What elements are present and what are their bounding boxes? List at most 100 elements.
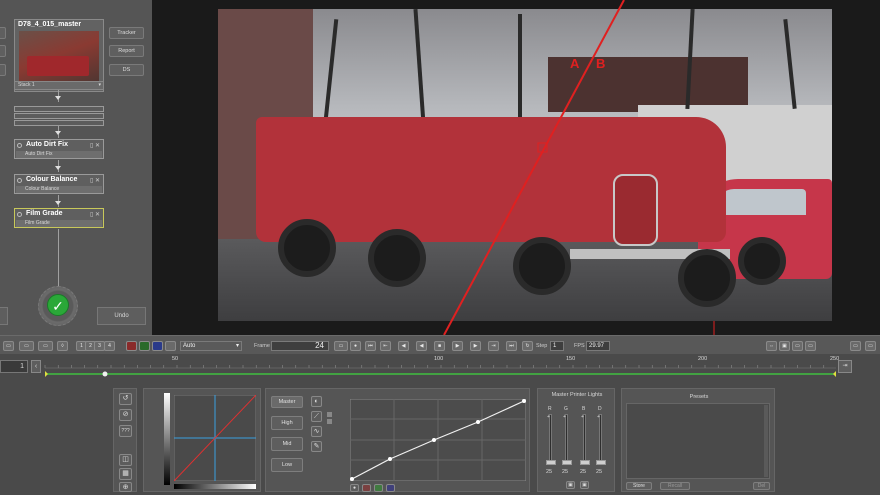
curve-point[interactable]: [432, 438, 436, 442]
colour-wheel-icon[interactable]: ◐: [311, 396, 322, 407]
view-wipe-icon[interactable]: ▭: [38, 341, 53, 351]
play-icon[interactable]: ▶: [452, 341, 463, 351]
curve-point[interactable]: [522, 399, 526, 403]
timeline-end-icon[interactable]: ⇥: [838, 360, 852, 373]
range-master-button[interactable]: Master: [271, 396, 303, 408]
layout-alt-icon[interactable]: ▭: [865, 341, 876, 351]
node-actions-icon[interactable]: ▯ ✕: [90, 211, 100, 218]
slider-knob[interactable]: [546, 460, 556, 465]
node-actions-icon[interactable]: ▯ ✕: [90, 177, 100, 184]
playhead[interactable]: [102, 371, 108, 377]
stack-bar[interactable]: [14, 120, 104, 126]
stop-icon[interactable]: ■: [434, 341, 445, 351]
side-stub-button[interactable]: [0, 45, 6, 57]
preset-store-button[interactable]: Store: [626, 482, 652, 490]
stack-bar[interactable]: [14, 113, 104, 119]
eyedropper-icon[interactable]: ✎: [311, 441, 322, 452]
timeline[interactable]: 1 ‹ 50 100 150 200 250 ⇥: [0, 354, 880, 380]
layout-icon[interactable]: ▭: [850, 341, 861, 351]
play-reverse-icon[interactable]: ◀: [416, 341, 427, 351]
green-channel-button[interactable]: [139, 341, 150, 351]
reset-icon[interactable]: ↺: [119, 393, 132, 405]
ds-button[interactable]: DS: [109, 64, 144, 76]
curve-option-icon[interactable]: [327, 419, 332, 424]
node-toggle-icon[interactable]: [17, 178, 22, 183]
printer-light-slider-g[interactable]: G +25: [562, 406, 572, 478]
blue-curve-button[interactable]: [386, 484, 395, 492]
hue-icon[interactable]: ∿: [311, 426, 322, 437]
slider-track[interactable]: [583, 414, 586, 464]
mode-select[interactable]: Auto ▾: [180, 341, 242, 351]
node-toggle-icon[interactable]: [17, 212, 22, 217]
slider-track[interactable]: [565, 414, 568, 464]
fit-icon[interactable]: ▭: [792, 341, 803, 351]
loop-icon[interactable]: ↻: [522, 341, 533, 351]
node-preset-select[interactable]: Film Grade: [16, 220, 102, 227]
bypass-icon[interactable]: ⊘: [119, 409, 132, 421]
curve-point[interactable]: [476, 420, 480, 424]
undo-button[interactable]: Undo: [97, 307, 146, 325]
frame-input[interactable]: 24: [271, 341, 329, 351]
node-colour-balance[interactable]: Colour Balance ▯ ✕ Colour Balance: [14, 174, 104, 194]
increment-icon[interactable]: +: [563, 414, 566, 420]
in-point-marker[interactable]: [45, 371, 48, 377]
view-single-icon[interactable]: ▭: [3, 341, 14, 351]
printer-reset-icon[interactable]: ▣: [566, 481, 575, 489]
ab-compare-icon[interactable]: ⇔: [766, 341, 777, 351]
slider-track[interactable]: [549, 414, 552, 464]
target-icon[interactable]: ⊕: [119, 482, 132, 492]
stack-select[interactable]: Stack 1 ▾: [14, 81, 104, 90]
node-preset-select[interactable]: Colour Balance: [16, 186, 102, 193]
out-point-marker[interactable]: [833, 371, 836, 377]
alpha-channel-button[interactable]: [165, 341, 176, 351]
go-start-icon[interactable]: ⏮: [365, 341, 376, 351]
more-icon[interactable]: ???: [119, 425, 132, 437]
view-split-icon[interactable]: ▭: [19, 341, 34, 351]
step-back-icon[interactable]: ◀: [398, 341, 409, 351]
node-toggle-icon[interactable]: [17, 143, 22, 148]
picker-icon[interactable]: ◫: [119, 454, 132, 466]
tone-curve-graph[interactable]: [350, 399, 526, 481]
range-mid-button[interactable]: Mid: [271, 437, 303, 451]
stack-bar[interactable]: [14, 106, 104, 112]
cache-icon[interactable]: ●: [350, 341, 361, 351]
render-button[interactable]: ✓: [47, 294, 69, 316]
presets-list[interactable]: [626, 403, 770, 479]
monitor-icon[interactable]: ▭: [334, 341, 348, 351]
increment-icon[interactable]: +: [547, 414, 550, 420]
curve-channel-icon[interactable]: ●: [350, 484, 359, 492]
fps-input[interactable]: 29.97: [586, 341, 610, 351]
increment-icon[interactable]: +: [597, 414, 600, 420]
side-stub-button[interactable]: [0, 64, 6, 76]
node-auto-dirt-fix[interactable]: Auto Dirt Fix ▯ ✕ Auto Dirt Fix: [14, 139, 104, 159]
presets-scrollbar[interactable]: [764, 405, 768, 477]
side-stub-button[interactable]: [0, 27, 6, 39]
view-4-button[interactable]: 4: [104, 341, 115, 351]
slider-knob[interactable]: [562, 460, 572, 465]
step-forward-icon[interactable]: ▶: [470, 341, 481, 351]
overlay-icon[interactable]: ▣: [779, 341, 790, 351]
printer-light-slider-d[interactable]: D +25: [596, 406, 606, 478]
video-frame[interactable]: [218, 9, 832, 321]
prev-marker-icon[interactable]: ⇤: [380, 341, 391, 351]
curve-point[interactable]: [350, 477, 354, 481]
slider-knob[interactable]: [580, 460, 590, 465]
printer-link-icon[interactable]: ▣: [580, 481, 589, 489]
blue-channel-button[interactable]: [152, 341, 163, 351]
range-low-button[interactable]: Low: [271, 458, 303, 472]
node-preset-select[interactable]: Auto Dirt Fix: [16, 151, 102, 158]
fullscreen-icon[interactable]: ▭: [805, 341, 816, 351]
slider-knob[interactable]: [596, 460, 606, 465]
increment-icon[interactable]: +: [581, 414, 584, 420]
next-marker-icon[interactable]: ⇥: [488, 341, 499, 351]
grid-icon[interactable]: ▦: [119, 468, 132, 480]
node-film-grade[interactable]: Film Grade ▯ ✕ Film Grade: [14, 208, 104, 228]
slider-track[interactable]: [599, 414, 602, 464]
range-high-button[interactable]: High: [271, 416, 303, 430]
mask-icon[interactable]: ◊: [57, 341, 68, 351]
green-curve-button[interactable]: [374, 484, 383, 492]
preset-delete-button[interactable]: Del: [753, 482, 770, 490]
step-input[interactable]: 1: [550, 341, 564, 351]
tracker-button[interactable]: Tracker: [109, 27, 144, 39]
printer-light-slider-r[interactable]: R +25: [546, 406, 556, 478]
